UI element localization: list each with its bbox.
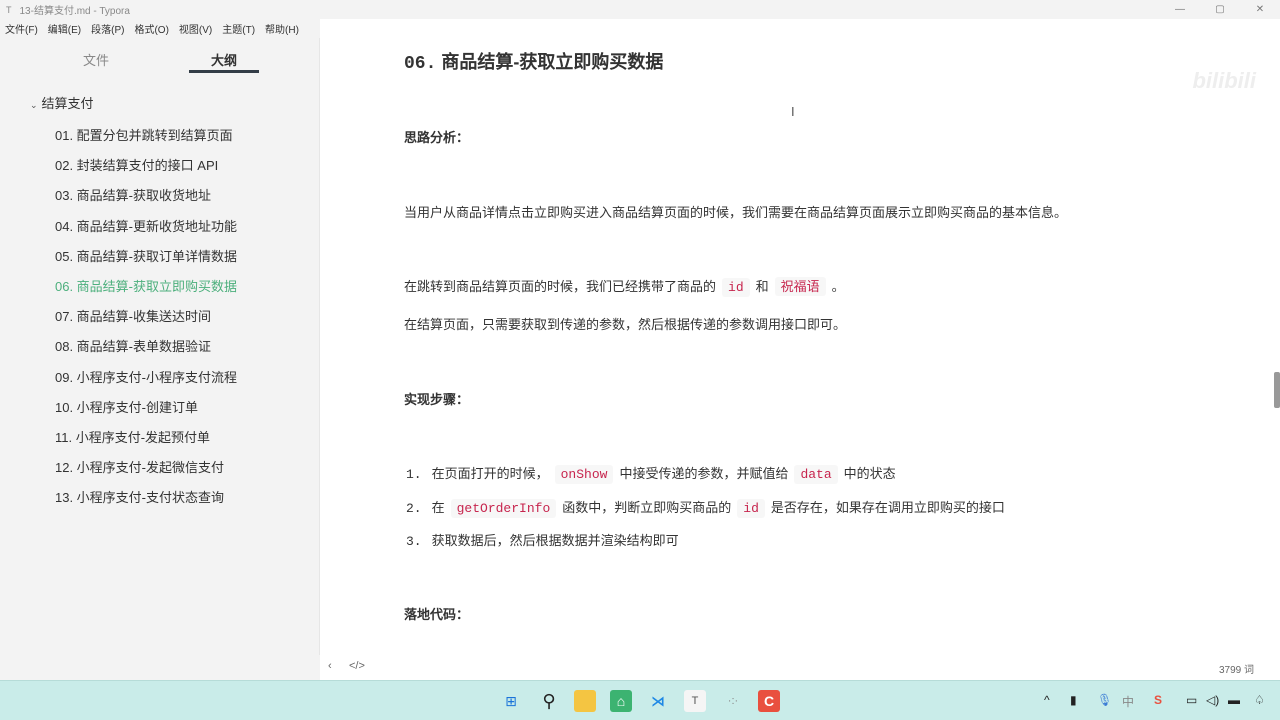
outline-item[interactable]: 03. 商品结算-获取收货地址 bbox=[55, 185, 211, 204]
list-item: 2. 在 getOrderInfo 函数中，判断立即购买商品的 id 是否存在，如果存在调… bbox=[404, 497, 1005, 518]
list-number: 3. bbox=[406, 534, 422, 549]
sidebar-footer bbox=[0, 655, 320, 680]
file-explorer-icon[interactable] bbox=[574, 690, 596, 712]
list-item: 3. 获取数据后，然后根据数据并渲染结构即可 bbox=[404, 530, 679, 549]
document-heading: 06. 商品结算-获取立即购买数据 bbox=[404, 48, 663, 74]
text: 是否存在，如果存在调用立即购买的接口 bbox=[770, 500, 1005, 515]
paragraph: 在结算页面，只需要获取到传递的参数，然后根据传递的参数调用接口即可。 bbox=[404, 317, 847, 332]
text: 函数中，判断立即购买商品的 bbox=[562, 500, 732, 515]
outline-root-item[interactable]: ⌄ 结算支付 bbox=[30, 93, 94, 112]
inline-code: 祝福语 bbox=[774, 277, 826, 296]
typora-app-icon: T bbox=[6, 4, 12, 15]
outline-item[interactable]: 13. 小程序支付-支付状态查询 bbox=[55, 487, 224, 506]
editor[interactable]: bilibili 06. 商品结算-获取立即购买数据 I 思路分析： 当用户从商… bbox=[321, 38, 1280, 680]
text: 在 bbox=[431, 500, 445, 515]
network-icon[interactable]: ▭ bbox=[1186, 693, 1197, 707]
bilibili-watermark: bilibili bbox=[1192, 68, 1256, 93]
input-method-icon[interactable]: 中 bbox=[1122, 693, 1134, 710]
inline-code: getOrderInfo bbox=[450, 499, 557, 518]
text-cursor-icon: I bbox=[791, 104, 795, 119]
outline-item[interactable]: 04. 商品结算-更新收货地址功能 bbox=[55, 216, 237, 235]
windows-start-icon[interactable]: ⊞ bbox=[500, 690, 522, 712]
paragraph: 在跳转到商品结算页面的时候，我们已经携带了商品的 id 和祝福语。 bbox=[404, 276, 845, 297]
menu-view[interactable]: 视图(V) bbox=[179, 21, 212, 36]
menu-edit[interactable]: 编辑(E) bbox=[48, 21, 81, 36]
heading-text: 商品结算-获取立即购买数据 bbox=[441, 52, 664, 72]
outline-item[interactable]: 06. 商品结算-获取立即购买数据 bbox=[55, 276, 237, 295]
inline-code: data bbox=[794, 465, 838, 484]
battery-icon[interactable]: ▬ bbox=[1228, 693, 1240, 707]
chevron-down-icon: ⌄ bbox=[30, 100, 38, 110]
text: 在跳转到商品结算页面的时候，我们已经携带了商品的 bbox=[404, 279, 717, 294]
heading-number: 06. bbox=[404, 54, 437, 74]
list-number: 2. bbox=[406, 501, 422, 516]
typora-taskbar-icon[interactable]: T bbox=[684, 690, 706, 712]
scrollbar-thumb[interactable] bbox=[1274, 372, 1280, 408]
active-tab-indicator bbox=[189, 70, 259, 73]
outline-item[interactable]: 12. 小程序支付-发起微信支付 bbox=[55, 457, 224, 476]
outline-item[interactable]: 11. 小程序支付-发起预付单 bbox=[55, 427, 210, 446]
inline-code: onShow bbox=[554, 465, 614, 484]
paragraph: 当用户从商品详情点击立即购买进入商品结算页面的时候，我们需要在商品结算页面展示立… bbox=[404, 205, 1068, 220]
menu-theme[interactable]: 主题(T) bbox=[222, 21, 255, 36]
taskbar: ⊞ ⚲ ⌂ ⋊ T ·:· C ^ ▮ 🎙 中 S ▭ ◁) ▬ ♤ bbox=[0, 680, 1280, 720]
outline-item[interactable]: 02. 封装结算支付的接口 API bbox=[55, 155, 218, 174]
section-analysis-heading: 思路分析： bbox=[404, 130, 470, 145]
list-number: 1. bbox=[406, 467, 422, 482]
app-icon[interactable]: ·:· bbox=[722, 690, 744, 712]
outline-root-label: 结算支付 bbox=[41, 96, 94, 111]
sidebar: 文件 大纲 ⌄ 结算支付 01. 配置分包并跳转到结算页面 02. 封装结算支付的接… bbox=[0, 38, 320, 680]
menu-file[interactable]: 文件(F) bbox=[5, 21, 38, 36]
vscode-icon[interactable]: ⋊ bbox=[647, 690, 669, 712]
inline-code: id bbox=[737, 499, 765, 518]
outline-item[interactable]: 08. 商品结算-表单数据验证 bbox=[55, 336, 211, 355]
microphone-icon[interactable]: 🎙 bbox=[1097, 693, 1112, 707]
text: 。 bbox=[831, 279, 845, 294]
search-icon[interactable]: ⚲ bbox=[538, 690, 560, 712]
volume-icon[interactable]: ◁) bbox=[1206, 693, 1219, 707]
notification-bell-icon[interactable]: ♤ bbox=[1254, 693, 1265, 707]
outline-item[interactable]: 09. 小程序支付-小程序支付流程 bbox=[55, 367, 237, 386]
tab-files[interactable]: 文件 bbox=[83, 50, 109, 69]
sogou-icon[interactable]: S bbox=[1154, 693, 1162, 707]
status-bar: ‹ </> 3799 词 bbox=[321, 655, 1280, 679]
text: 在页面打开的时候， bbox=[431, 466, 549, 481]
text: 中的状态 bbox=[843, 466, 896, 481]
close-button[interactable]: ✕ bbox=[1240, 0, 1280, 19]
menu-bar: 文件(F) 编辑(E) 段落(P) 格式(O) 视图(V) 主题(T) 帮助(H… bbox=[0, 19, 320, 38]
word-count[interactable]: 3799 词 bbox=[1219, 661, 1254, 676]
bookmark-icon[interactable]: ▮ bbox=[1070, 693, 1077, 707]
outline-item[interactable]: 07. 商品结算-收集送达时间 bbox=[55, 306, 211, 325]
source-code-mode-icon[interactable]: </> bbox=[349, 660, 365, 672]
text: 和 bbox=[755, 279, 769, 294]
inline-code: id bbox=[722, 278, 750, 297]
menu-format[interactable]: 格式(O) bbox=[134, 21, 168, 36]
toggle-sidebar-icon[interactable]: ‹ bbox=[328, 660, 332, 672]
tab-outline[interactable]: 大纲 bbox=[211, 50, 237, 69]
maximize-button[interactable]: ▢ bbox=[1200, 0, 1240, 19]
menu-help[interactable]: 帮助(H) bbox=[265, 21, 299, 36]
title-bar: T 13-结算支付.md - Typora — ▢ ✕ bbox=[0, 0, 1280, 19]
outline-item[interactable]: 05. 商品结算-获取订单详情数据 bbox=[55, 246, 237, 265]
text: 中接受传递的参数，并赋值给 bbox=[619, 466, 789, 481]
text: 获取数据后，然后根据数据并渲染结构即可 bbox=[431, 533, 679, 548]
list-item: 1. 在页面打开的时候， onShow 中接受传递的参数，并赋值给 data 中的状态 bbox=[404, 463, 896, 484]
section-steps-heading: 实现步骤： bbox=[404, 392, 470, 407]
outline-item[interactable]: 10. 小程序支付-创建订单 bbox=[55, 397, 198, 416]
chevron-up-icon[interactable]: ^ bbox=[1044, 693, 1050, 707]
minimize-button[interactable]: — bbox=[1160, 0, 1200, 19]
window-title: 13-结算支付.md - Typora bbox=[19, 6, 130, 17]
menu-bar-spacer bbox=[320, 19, 1280, 38]
recorder-icon[interactable]: C bbox=[758, 690, 780, 712]
wechat-devtools-icon[interactable]: ⌂ bbox=[610, 690, 632, 712]
section-code-heading: 落地代码： bbox=[404, 607, 470, 622]
outline-item[interactable]: 01. 配置分包并跳转到结算页面 bbox=[55, 125, 233, 144]
menu-paragraph[interactable]: 段落(P) bbox=[91, 21, 124, 36]
